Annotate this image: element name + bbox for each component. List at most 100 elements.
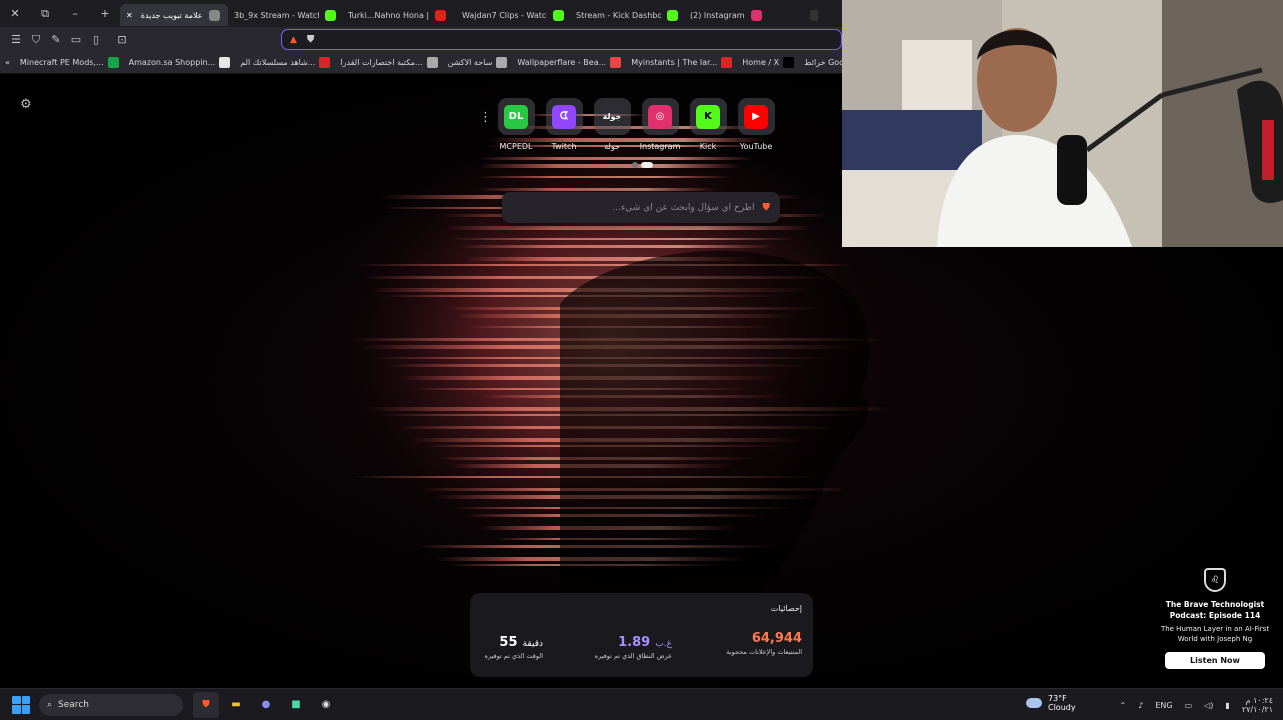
page-dot[interactable] xyxy=(632,162,638,168)
settings-gear-icon[interactable]: ⚙ xyxy=(20,97,32,112)
windows-start-icon[interactable] xyxy=(12,695,30,714)
shortcut-tile[interactable]: DL xyxy=(497,98,535,135)
bookmark-label: Wallpaperflare - Bea... xyxy=(517,58,607,67)
shortcut-twitch[interactable]: ᗧ Twitch xyxy=(545,98,583,151)
ntp-search-box[interactable]: ⛊ xyxy=(502,192,780,223)
taskbar: ⌕ Search ⛊ ▬ ● ■ ◉ 73°F Cloudy ⌃ ♪ ENG ▭… xyxy=(0,688,1283,720)
page-dot-active[interactable] xyxy=(641,162,653,168)
clock-time: ١٠:٢٤ م xyxy=(1245,696,1273,705)
weather-widget[interactable]: 73°F Cloudy xyxy=(1026,694,1076,712)
shortcut-tile[interactable]: K xyxy=(689,98,727,135)
tab-0[interactable]: ✕ علامة تبويب جديدة xyxy=(120,4,228,26)
weather-temp: 73°F xyxy=(1048,694,1067,703)
minimize-window-icon[interactable]: – xyxy=(60,0,90,27)
close-tab-icon[interactable]: ✕ xyxy=(126,11,133,20)
tab-title: Stream - Kick Dashboa xyxy=(576,10,661,20)
wallpaper-streak xyxy=(457,245,775,248)
stat-bandwidth: 1.89 غ.ب عرض النطاق الذي تم توفيره xyxy=(595,631,672,660)
tab-favicon-icon xyxy=(435,9,447,21)
tab-2[interactable]: Turki...Nahno Hona | xyxy=(342,4,456,26)
tab-favicon-icon xyxy=(810,9,818,21)
shortcut-tile[interactable]: ◎ xyxy=(641,98,679,135)
tab-1[interactable]: 3b_9x Stream - Watch xyxy=(228,4,342,26)
chevron-up-icon[interactable]: ⌃ xyxy=(1120,701,1127,710)
ad-subtitle: The Human Layer in an AI-First World wit… xyxy=(1160,625,1270,643)
restore-window-icon[interactable]: ⧉ xyxy=(30,0,60,27)
taskbar-search[interactable]: ⌕ Search xyxy=(39,693,183,716)
sidebar-toggle-icon[interactable]: ▯ xyxy=(86,30,106,50)
tab-title: (2) Instagram xyxy=(690,10,745,20)
microphone-icon[interactable]: ♪ xyxy=(1138,701,1143,710)
bookmark-list: Minecraft PE Mods,... Amazon.sa Shoppin..… xyxy=(15,57,876,68)
tab-5[interactable]: (2) Instagram xyxy=(684,4,798,26)
brave-shield-icon[interactable]: ⛊ xyxy=(307,34,318,45)
bookmark-favicon-icon xyxy=(496,57,508,68)
tab-manager-icon[interactable]: ▭ xyxy=(66,30,86,50)
shortcut-mcpedl[interactable]: DL MCPEDL xyxy=(497,98,535,151)
bookmark-favicon-icon xyxy=(610,57,622,68)
url-input[interactable] xyxy=(325,34,726,45)
bookmark-label: Myinstants | The lar... xyxy=(631,58,718,67)
language-indicator[interactable]: ENG xyxy=(1155,701,1172,710)
network-icon[interactable]: ▭ xyxy=(1185,701,1193,710)
listen-now-button[interactable]: Listen Now xyxy=(1165,652,1265,669)
bookmark-item[interactable]: مكتبة اختصارات القدرا... xyxy=(335,57,442,68)
shortcut-logo-icon: K xyxy=(696,104,720,129)
address-bar[interactable]: ▲ ⛊ xyxy=(281,29,842,50)
shortcut-label: MCPEDL xyxy=(499,142,533,151)
wallpaper-streak xyxy=(478,164,742,168)
shortcut-label: جولة xyxy=(604,142,620,151)
bookmark-item[interactable]: شاهد مسلسلاتك الم... xyxy=(235,57,335,68)
bookmark-label: Home / X xyxy=(742,58,780,67)
tab-6[interactable]: t. xyxy=(798,4,818,26)
screenshot-icon[interactable]: ⊡ xyxy=(112,30,132,50)
app-icon[interactable]: ■ xyxy=(283,692,309,718)
bookmark-item[interactable]: Home / X xyxy=(737,57,799,68)
clock-date: ٢٧/١٠/٢١ xyxy=(1241,705,1273,714)
bookmark-favicon-icon xyxy=(721,57,733,68)
bookmark-item[interactable]: ساحة الاكشن xyxy=(443,57,513,68)
brave-taskbar-icon[interactable]: ⛊ xyxy=(193,691,219,718)
shortcut-kick[interactable]: K Kick xyxy=(689,98,727,151)
tab-4[interactable]: Stream - Kick Dashboa xyxy=(570,4,684,26)
volume-icon[interactable]: ◁) xyxy=(1204,701,1213,710)
extensions-icon[interactable]: ✎ xyxy=(46,30,66,50)
bookmark-item[interactable]: Myinstants | The lar... xyxy=(626,57,737,68)
shortcut-tile[interactable]: ▶ xyxy=(737,98,775,135)
stat-bandwidth-value: 1.89 xyxy=(618,635,651,650)
clock[interactable]: ١٠:٢٤ م ٢٧/١٠/٢١ xyxy=(1242,696,1273,714)
shortcuts-menu-icon[interactable]: ⋮ xyxy=(479,110,492,125)
tab-title: Wajdan7 Clips - Watch xyxy=(462,10,547,20)
shield-icon[interactable]: ⛉ xyxy=(26,30,46,50)
shortcut-tile[interactable]: ᗧ xyxy=(545,98,583,135)
shortcut-instagram[interactable]: ◎ Instagram xyxy=(640,98,680,151)
top-sites: DL MCPEDL ᗧ Twitch جولة جولة ◎ Instagram K Kick ▶ Y… xyxy=(497,98,775,151)
bookmark-favicon-icon xyxy=(107,57,119,68)
obs-icon[interactable]: ◉ xyxy=(313,692,339,718)
bookmark-item[interactable]: Amazon.sa Shoppin... xyxy=(124,57,236,68)
bookmark-label: Minecraft PE Mods,... xyxy=(19,58,104,67)
bookmark-item[interactable]: Wallpaperflare - Bea... xyxy=(512,57,626,68)
bookmark-favicon-icon xyxy=(426,57,438,68)
shortcut-جولة[interactable]: جولة جولة xyxy=(593,98,631,151)
close-window-icon[interactable]: ✕ xyxy=(0,0,30,27)
shortcut-youtube[interactable]: ▶ YouTube xyxy=(737,98,775,151)
file-explorer-icon[interactable]: ▬ xyxy=(223,692,249,718)
wallpaper-streak xyxy=(477,188,719,191)
bookmark-item[interactable]: Minecraft PE Mods,... xyxy=(15,57,124,68)
bookmark-favicon-icon xyxy=(319,57,331,68)
search-icon: ⌕ xyxy=(47,699,53,710)
system-tray: ⌃ ♪ ENG ▭ ◁) ▮ ١٠:٢٤ م ٢٧/١٠/٢١ xyxy=(1114,689,1283,720)
shortcut-tile[interactable]: جولة xyxy=(593,98,631,135)
bookmark-label: ساحة الاكشن xyxy=(447,58,493,67)
battery-icon[interactable]: ▮ xyxy=(1225,701,1229,710)
wallpaper-streak xyxy=(476,176,732,178)
chevron-left-icon[interactable]: « xyxy=(0,58,15,67)
tab-strip: ✕ علامة تبويب جديدة 3b_9x Stream - Watch Tu… xyxy=(120,1,818,26)
stat-bandwidth-unit: غ.ب xyxy=(655,639,672,649)
new-tab-button[interactable]: + xyxy=(90,0,120,27)
menu-icon[interactable]: ☰ xyxy=(6,30,26,50)
ntp-search-input[interactable] xyxy=(524,202,755,213)
discord-icon[interactable]: ● xyxy=(253,692,279,718)
tab-3[interactable]: Wajdan7 Clips - Watch xyxy=(456,4,570,26)
